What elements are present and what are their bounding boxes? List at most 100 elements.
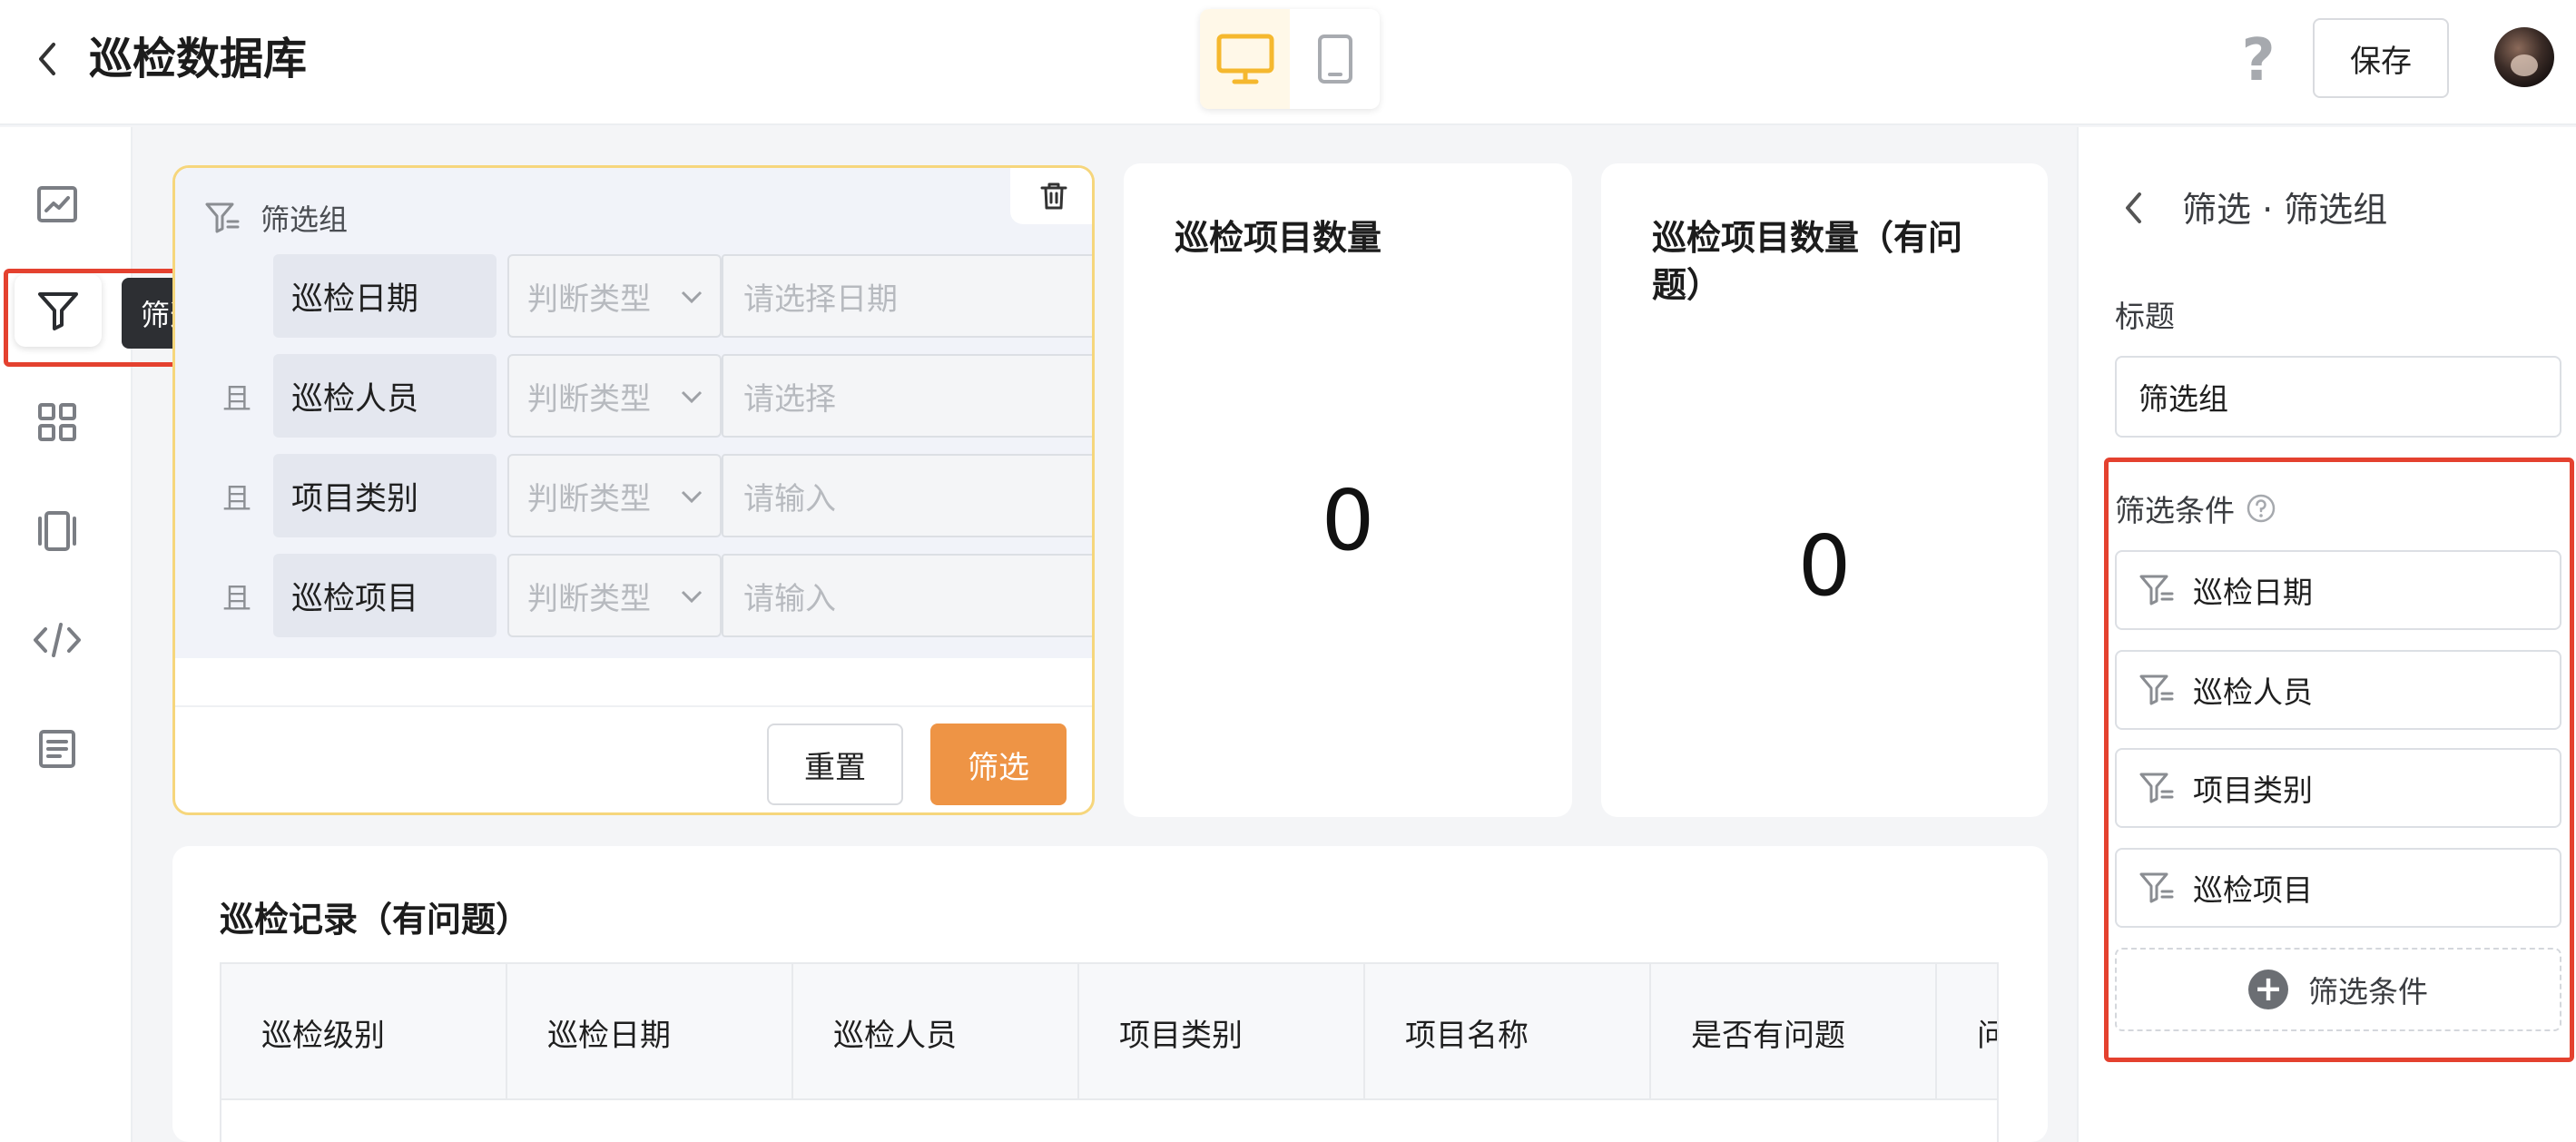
- grid-component-button[interactable]: [25, 390, 89, 454]
- column-header[interactable]: 是否有问题: [1651, 964, 1937, 1100]
- condition-item[interactable]: 巡检人员: [2115, 650, 2561, 730]
- page-title: 巡检数据库: [89, 34, 308, 84]
- filter-row: 巡检日期 判断类型 请选择日期: [175, 254, 1092, 338]
- chevron-down-icon: [681, 390, 703, 404]
- condition-label: 巡检项目: [2193, 872, 2313, 908]
- trash-icon: [1040, 182, 1067, 210]
- filter-component-button[interactable]: [15, 274, 102, 347]
- filter-list-icon: [205, 202, 240, 233]
- condition-label: 巡检人员: [2193, 674, 2313, 710]
- records-table-card: 巡检记录（有问题） 巡检级别 巡检日期 巡检人员 项目类别 项目名称 是否有问题…: [172, 846, 2048, 1142]
- plus-circle-icon: +: [2248, 970, 2288, 1009]
- top-bar: 巡检数据库 ? 保存: [0, 0, 2576, 125]
- chevron-down-icon: [681, 590, 703, 604]
- avatar[interactable]: [2494, 27, 2554, 87]
- text-input[interactable]: 请输入: [722, 554, 1092, 637]
- filter-field-name: 巡检人员: [273, 354, 497, 438]
- filter-list-icon: [2139, 674, 2174, 705]
- tablet-icon: [1317, 34, 1352, 84]
- condition-label: 项目类别: [2193, 773, 2313, 808]
- reset-button[interactable]: 重置: [767, 724, 903, 805]
- filter-row: 且 项目类别 判断类型 请输入: [175, 454, 1092, 537]
- back-button[interactable]: [24, 36, 69, 82]
- column-header[interactable]: 巡检级别: [221, 964, 507, 1100]
- records-table: 巡检级别 巡检日期 巡检人员 项目类别 项目名称 是否有问题 问: [220, 962, 1999, 1142]
- device-switch: [1200, 9, 1380, 109]
- help-circle-icon[interactable]: [2246, 493, 2276, 524]
- conditions-label: 筛选条件: [2115, 493, 2235, 528]
- properties-panel: 筛选 · 筛选组 标题 筛选组 筛选条件 巡检日期 巡检人员 项目类别 巡检项目…: [2077, 127, 2576, 1142]
- column-header[interactable]: 项目类别: [1079, 964, 1365, 1100]
- judgement-type-select[interactable]: 判断类型: [507, 354, 722, 438]
- column-header[interactable]: 巡检人员: [793, 964, 1079, 1100]
- help-icon[interactable]: ?: [2235, 27, 2282, 94]
- filter-list-icon: [2139, 575, 2174, 605]
- filter-group-card[interactable]: 筛选组 巡检日期 判断类型 请选择日期 且 巡检人员 判断类型 请选择 且 项目…: [172, 165, 1095, 815]
- select-input[interactable]: 请选择: [722, 354, 1092, 438]
- document-icon: [39, 730, 75, 768]
- filter-field-name: 巡检项目: [273, 554, 497, 637]
- code-icon: [34, 623, 81, 657]
- conjunction-label: 且: [222, 481, 252, 516]
- condition-item[interactable]: 项目类别: [2115, 748, 2561, 828]
- add-condition-label: 筛选条件: [2308, 974, 2428, 1009]
- chart-icon: [37, 186, 77, 222]
- chevron-left-icon: [39, 43, 55, 75]
- stat-card-total[interactable]: 巡检项目数量 0: [1124, 163, 1572, 817]
- filter-group-title: 筛选组: [261, 202, 349, 237]
- conjunction-label: 且: [222, 581, 252, 615]
- conditions-header: 筛选条件: [2115, 487, 2276, 530]
- table-title: 巡检记录（有问题）: [220, 900, 531, 940]
- judgement-type-select[interactable]: 判断类型: [507, 454, 722, 537]
- chevron-left-icon: [2126, 192, 2141, 223]
- stat-value: 0: [1797, 517, 1852, 615]
- add-condition-button[interactable]: + 筛选条件: [2115, 948, 2561, 1031]
- carousel-icon: [38, 511, 76, 551]
- stat-title-line: 题）: [1652, 265, 1722, 305]
- judgement-type-select[interactable]: 判断类型: [507, 554, 722, 637]
- panel-back-button[interactable]: [2115, 185, 2151, 231]
- stat-card-with-issues[interactable]: 巡检项目数量（有问 题） 0: [1601, 163, 2048, 817]
- grid-icon: [38, 403, 76, 441]
- column-header[interactable]: 巡检日期: [507, 964, 793, 1100]
- code-component-button[interactable]: [25, 608, 89, 672]
- title-field-input[interactable]: 筛选组: [2115, 356, 2561, 438]
- document-component-button[interactable]: [25, 717, 89, 781]
- filter-row: 且 巡检人员 判断类型 请选择: [175, 354, 1092, 438]
- title-field-label: 标题: [2115, 299, 2175, 334]
- filter-list-icon: [2139, 872, 2174, 903]
- divider: [175, 705, 1092, 707]
- filter-row: 且 巡检项目 判断类型 请输入: [175, 554, 1092, 637]
- condition-label: 巡检日期: [2193, 575, 2313, 610]
- filter-icon: [38, 292, 78, 330]
- filter-list-icon: [2139, 773, 2174, 803]
- desktop-icon: [1216, 34, 1273, 84]
- column-header[interactable]: 项目名称: [1365, 964, 1651, 1100]
- tablet-view-button[interactable]: [1290, 9, 1380, 109]
- judgement-type-placeholder: 判断类型: [527, 480, 651, 517]
- condition-item[interactable]: 巡检日期: [2115, 550, 2561, 630]
- filter-group-header: 筛选组: [204, 197, 348, 239]
- date-picker-input[interactable]: 请选择日期: [722, 254, 1092, 338]
- text-input[interactable]: 请输入: [722, 454, 1092, 537]
- carousel-component-button[interactable]: [25, 499, 89, 563]
- save-button[interactable]: 保存: [2313, 18, 2449, 98]
- panel-breadcrumb: 筛选 · 筛选组: [2182, 190, 2388, 230]
- judgement-type-select[interactable]: 判断类型: [507, 254, 722, 338]
- chevron-down-icon: [681, 490, 703, 504]
- judgement-type-placeholder: 判断类型: [527, 380, 651, 418]
- desktop-view-button[interactable]: [1200, 9, 1290, 109]
- condition-item[interactable]: 巡检项目: [2115, 848, 2561, 928]
- delete-button[interactable]: [1010, 168, 1092, 224]
- stat-title-line: 巡检项目数量（有问: [1652, 218, 1963, 258]
- table-header-row: 巡检级别 巡检日期 巡检人员 项目类别 项目名称 是否有问题 问: [221, 964, 1997, 1100]
- column-header[interactable]: 问: [1937, 964, 1997, 1100]
- chart-component-button[interactable]: [25, 172, 89, 236]
- stat-title: 巡检项目数量（有问 题）: [1652, 214, 1962, 309]
- stat-value: 0: [1321, 472, 1375, 569]
- chevron-down-icon: [681, 290, 703, 304]
- filter-field-name: 巡检日期: [273, 254, 497, 338]
- conjunction-label: 且: [222, 381, 252, 416]
- apply-filter-button[interactable]: 筛选: [930, 724, 1067, 805]
- judgement-type-placeholder: 判断类型: [527, 580, 651, 617]
